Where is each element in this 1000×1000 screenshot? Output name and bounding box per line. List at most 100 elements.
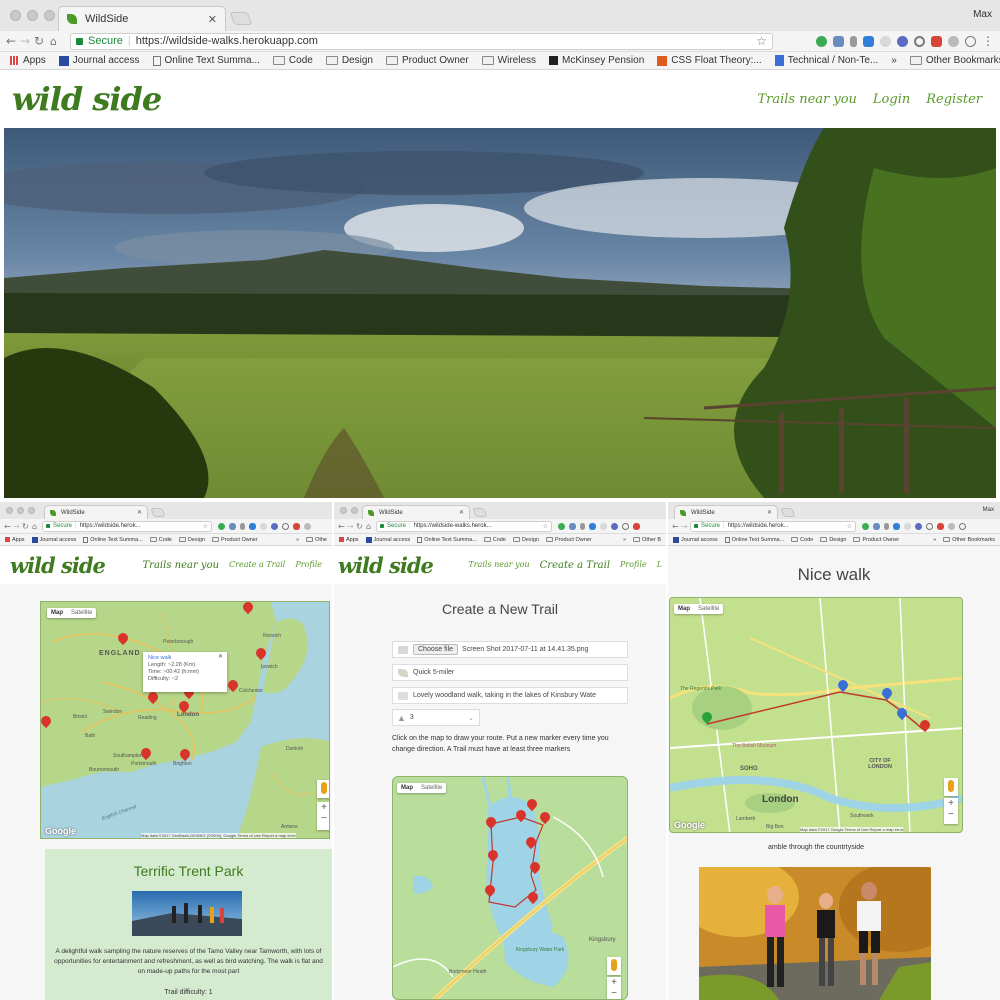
browser-tab[interactable]: WildSide ✕ — [58, 6, 226, 31]
bookmark-folder-product-owner[interactable]: Product Owner — [853, 537, 899, 543]
site-logo[interactable]: wild side — [338, 553, 434, 578]
close-window-button[interactable] — [10, 10, 21, 21]
close-tab-icon[interactable]: ✕ — [459, 509, 464, 516]
map-type-satellite-button[interactable]: Satellite — [67, 608, 96, 618]
extension-purple-icon[interactable] — [611, 522, 618, 530]
bookmark-apps[interactable]: Apps — [339, 537, 359, 543]
close-tab-icon[interactable]: ✕ — [208, 13, 217, 26]
map-type-satellite-button[interactable]: Satellite — [694, 604, 723, 614]
nav-register[interactable]: Register — [926, 92, 982, 107]
zoom-in-button[interactable]: + — [321, 802, 327, 813]
map-marker[interactable] — [256, 648, 266, 662]
extension-microphone-icon[interactable] — [884, 522, 889, 530]
bookmark-folder-product-owner[interactable]: Product Owner — [546, 537, 592, 543]
bookmark-other-bookmarks[interactable]: Other Bookmarks — [909, 55, 1000, 66]
bookmark-online-text-summa[interactable]: Online Text Summa... — [417, 536, 477, 543]
zoom-out-button[interactable]: − — [948, 809, 954, 820]
close-window-button[interactable] — [340, 507, 347, 514]
route-marker[interactable] — [516, 810, 526, 824]
home-icon[interactable]: ⌂ — [50, 35, 66, 48]
bookmark-mckinsey-pension[interactable]: McKinsey Pension — [549, 55, 644, 66]
bookmarks-overflow-chevron[interactable]: » — [933, 537, 936, 543]
bookmark-technical[interactable]: Technical / Non-Te... — [774, 55, 878, 66]
extension-blue-square-icon[interactable] — [863, 35, 874, 47]
zoom-in-button[interactable]: + — [611, 977, 617, 988]
extension-clipboard-icon[interactable] — [569, 522, 576, 530]
extension-red-icon[interactable] — [931, 35, 942, 47]
map-type-satellite-button[interactable]: Satellite — [417, 783, 446, 793]
extension-purple-icon[interactable] — [915, 522, 922, 530]
map-marker[interactable] — [228, 680, 238, 694]
map-marker[interactable] — [141, 748, 151, 762]
new-tab-button[interactable] — [780, 508, 796, 517]
bookmark-star-icon[interactable]: ☆ — [543, 523, 548, 530]
bookmark-folder-design[interactable]: Design — [820, 537, 846, 543]
extension-clipboard-icon[interactable] — [873, 522, 880, 530]
extension-red-icon[interactable] — [937, 522, 944, 530]
map-marker[interactable] — [179, 701, 189, 715]
street-view-pegman-icon[interactable] — [944, 778, 958, 796]
route-marker[interactable] — [528, 892, 538, 906]
extension-red-icon[interactable] — [633, 522, 640, 530]
nav-profile[interactable]: Profile — [620, 560, 647, 571]
address-bar[interactable]: Secure | https://wildside.herok... ☆ — [690, 520, 856, 532]
map-marker[interactable] — [148, 692, 158, 706]
trail-route-map[interactable]: Map Satellite The Regent's Park London S… — [669, 597, 963, 833]
bookmark-online-text-summa[interactable]: Online Text Summa... — [152, 55, 260, 66]
trail-card[interactable]: Terrific Trent Park A delightful walk sa… — [45, 849, 332, 1000]
choose-file-button[interactable]: Choose file — [413, 644, 459, 655]
street-view-pegman-icon[interactable] — [607, 957, 621, 975]
bookmark-online-text-summa[interactable]: Online Text Summa... — [83, 536, 143, 543]
map-marker[interactable] — [41, 716, 51, 730]
extension-link-icon[interactable] — [880, 35, 891, 47]
forward-arrow-icon[interactable]: → — [347, 522, 356, 531]
forward-arrow-icon[interactable]: → — [681, 522, 690, 531]
route-marker[interactable] — [488, 850, 498, 864]
route-marker[interactable] — [540, 812, 550, 826]
new-tab-button[interactable] — [229, 12, 253, 25]
new-tab-button[interactable] — [150, 508, 166, 517]
bookmarks-overflow-chevron[interactable]: » — [891, 55, 897, 66]
map-type-map-button[interactable]: Map — [397, 783, 417, 793]
nav-trails-near-you[interactable]: Trails near you — [757, 92, 856, 107]
trail-name-input[interactable]: Quick 5-miler — [392, 664, 628, 681]
site-logo[interactable]: wild side — [12, 80, 162, 118]
bookmark-folder-code[interactable]: Code — [791, 537, 813, 543]
minimize-window-button[interactable] — [351, 507, 358, 514]
site-logo[interactable]: wild side — [10, 553, 106, 578]
address-bar[interactable]: Secure | https://wildside.herok... ☆ — [42, 520, 212, 532]
extension-blue-square-icon[interactable] — [893, 522, 900, 530]
nav-logout[interactable]: L — [657, 560, 662, 571]
map-type-map-button[interactable]: Map — [47, 608, 67, 618]
menu-icon[interactable]: ⋮ — [982, 34, 994, 48]
extension-purple-icon[interactable] — [897, 35, 908, 47]
bookmark-folder-code[interactable]: Code — [483, 537, 506, 543]
extension-clipboard-icon[interactable] — [229, 522, 236, 530]
bookmarks-overflow-chevron[interactable]: » — [296, 537, 299, 543]
extension-info-icon[interactable] — [959, 522, 966, 530]
close-window-button[interactable] — [6, 507, 13, 514]
address-bar[interactable]: Secure | https://wildside-walks.herok...… — [376, 520, 552, 532]
reload-icon[interactable]: ↻ — [34, 34, 50, 48]
bookmark-folder-design[interactable]: Design — [325, 55, 373, 66]
bookmark-folder-code[interactable]: Code — [272, 55, 313, 66]
extension-microphone-icon[interactable] — [580, 522, 585, 530]
bookmark-star-icon[interactable]: ☆ — [203, 523, 208, 530]
extension-green-icon[interactable] — [218, 522, 225, 530]
extension-link-icon[interactable] — [260, 522, 267, 530]
bookmark-journal-access[interactable]: Journal access — [58, 55, 140, 66]
back-arrow-icon[interactable]: ← — [4, 522, 13, 531]
extension-gray-icon[interactable] — [948, 35, 959, 47]
bookmark-journal-access[interactable]: Journal access — [31, 536, 76, 543]
extension-clipboard-icon[interactable] — [833, 35, 844, 47]
extension-blue-square-icon[interactable] — [249, 522, 256, 530]
nav-login[interactable]: Login — [873, 92, 910, 107]
extension-search-icon[interactable] — [914, 35, 925, 47]
route-marker[interactable] — [486, 817, 496, 831]
route-marker[interactable] — [527, 799, 537, 813]
extension-link-icon[interactable] — [600, 522, 607, 530]
nav-profile[interactable]: Profile — [295, 560, 322, 571]
bookmark-star-icon[interactable]: ☆ — [756, 34, 767, 48]
bookmark-other-bookmarks[interactable]: Other B — [633, 537, 661, 543]
maximize-window-button[interactable] — [28, 507, 35, 514]
